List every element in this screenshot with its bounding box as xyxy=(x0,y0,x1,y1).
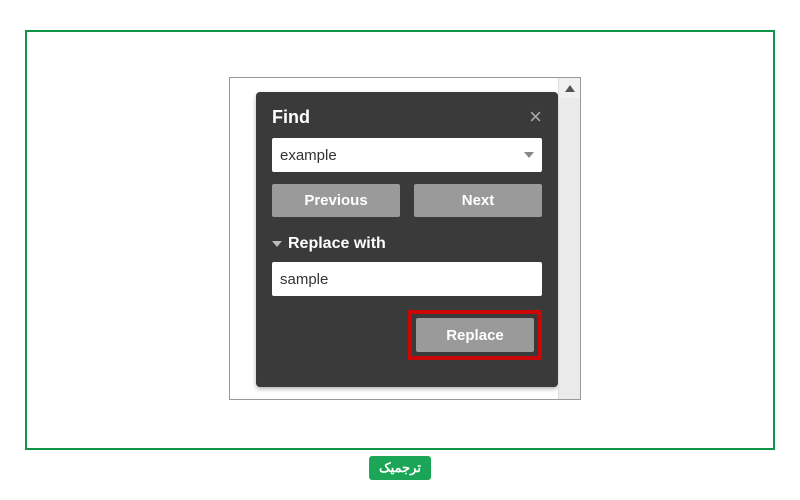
scroll-track[interactable] xyxy=(559,98,580,399)
previous-button-label: Previous xyxy=(304,192,367,209)
panel-header: Find × xyxy=(272,106,542,128)
next-button[interactable]: Next xyxy=(414,184,542,217)
close-icon[interactable]: × xyxy=(529,106,542,128)
chevron-down-icon xyxy=(272,241,282,247)
previous-button[interactable]: Previous xyxy=(272,184,400,217)
dropdown-icon[interactable] xyxy=(524,152,534,158)
replace-button-highlight: Replace xyxy=(408,310,542,360)
app-body: Find × example Previous Next xyxy=(230,78,558,399)
replace-button[interactable]: Replace xyxy=(416,318,534,352)
watermark-text: ترجمیک xyxy=(379,460,421,475)
replace-section-label: Replace with xyxy=(288,235,386,253)
replace-section-toggle[interactable]: Replace with xyxy=(272,235,542,253)
find-input-value: example xyxy=(280,147,524,164)
watermark-badge: ترجمیک xyxy=(369,456,431,480)
nav-button-row: Previous Next xyxy=(272,184,542,217)
find-replace-panel: Find × example Previous Next xyxy=(256,92,558,387)
scroll-up-icon[interactable] xyxy=(559,78,580,98)
replace-input[interactable]: sample xyxy=(272,262,542,296)
replace-button-label: Replace xyxy=(446,327,504,344)
replace-button-row: Replace xyxy=(272,310,542,360)
next-button-label: Next xyxy=(462,192,495,209)
replace-input-value: sample xyxy=(280,271,534,288)
outer-frame: Find × example Previous Next xyxy=(25,30,775,450)
panel-title: Find xyxy=(272,107,310,128)
app-window: Find × example Previous Next xyxy=(229,77,581,400)
find-input[interactable]: example xyxy=(272,138,542,172)
vertical-scrollbar[interactable] xyxy=(558,78,580,399)
